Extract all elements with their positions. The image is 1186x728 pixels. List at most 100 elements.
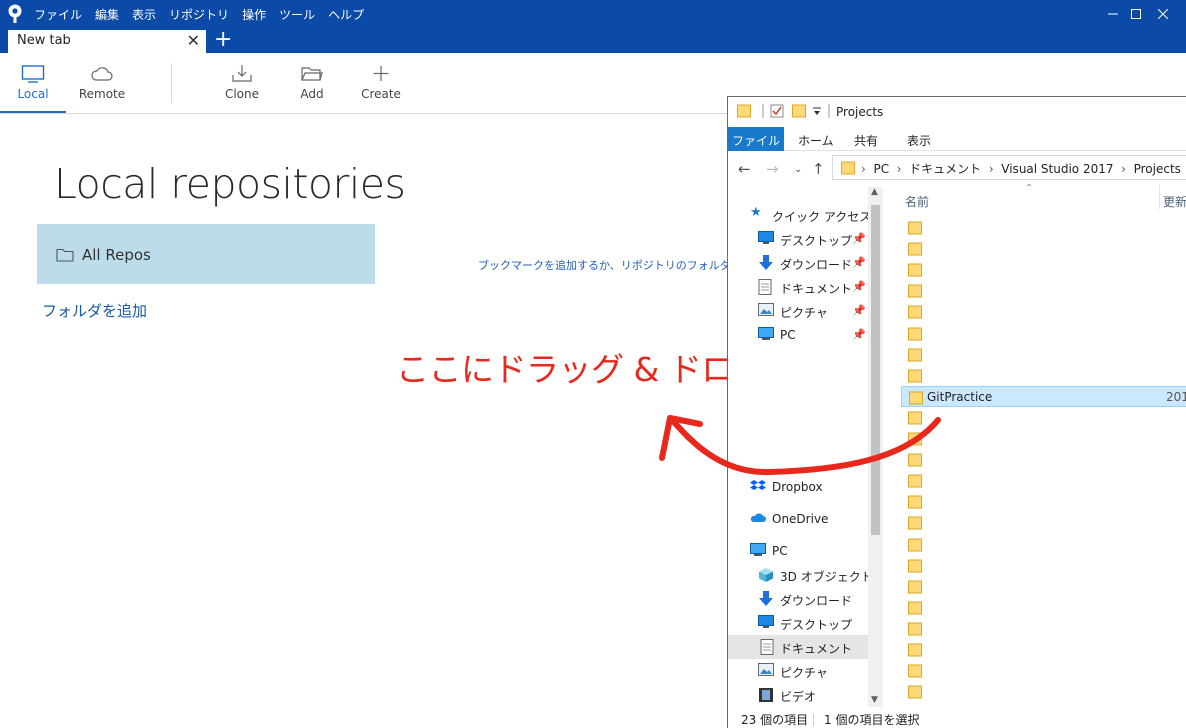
new-tab-button[interactable]: + (214, 28, 232, 52)
scroll-down-icon[interactable]: ▼ (871, 695, 878, 705)
folder-icon (908, 495, 922, 509)
ribbon-tab-share[interactable]: 共有 (854, 127, 878, 151)
nav-pc-documents[interactable]: ドキュメント (728, 635, 868, 659)
close-window-button[interactable] (1140, 0, 1186, 28)
file-row[interactable] (901, 365, 1186, 386)
file-row[interactable] (901, 512, 1186, 533)
scrollbar-thumb[interactable] (871, 205, 880, 535)
breadcrumb-vs2017[interactable]: Visual Studio 2017 (1001, 162, 1113, 176)
recent-chevron-icon[interactable]: ⌄ (794, 164, 802, 175)
menu-view[interactable]: 表示 (132, 6, 156, 23)
tab-label: New tab (17, 33, 71, 48)
folder-icon (908, 559, 922, 573)
column-divider[interactable] (1159, 185, 1160, 209)
nav-3d-objects[interactable]: 3D オブジェクト (758, 565, 873, 587)
properties-icon[interactable] (770, 104, 784, 118)
explorer-ribbon: ファイル ホーム 共有 表示 (728, 127, 1186, 151)
file-row[interactable] (901, 344, 1186, 365)
file-row[interactable] (901, 576, 1186, 597)
file-row[interactable] (901, 217, 1186, 238)
nav-desktop[interactable]: デスクトップ 📌 (758, 229, 868, 251)
nav-onedrive[interactable]: OneDrive (750, 509, 868, 531)
local-button[interactable]: Local (0, 53, 66, 113)
file-row[interactable] (901, 534, 1186, 555)
menu-edit[interactable]: 編集 (95, 6, 119, 23)
file-row[interactable] (901, 555, 1186, 576)
breadcrumb-documents[interactable]: ドキュメント (909, 162, 981, 176)
back-arrow-icon[interactable]: ← (738, 160, 751, 178)
file-row[interactable] (901, 301, 1186, 322)
breadcrumb-pc[interactable]: PC (873, 162, 889, 176)
file-row-gitpractice[interactable]: GitPractice 2017 (901, 385, 1186, 407)
nav-pane-scrollbar[interactable]: ▲ ▼ (868, 187, 883, 707)
star-icon: ★ (750, 205, 762, 220)
file-row[interactable] (901, 449, 1186, 470)
clone-button[interactable]: Clone (209, 53, 275, 113)
customize-dropdown-icon[interactable] (812, 104, 822, 118)
column-header-name[interactable]: 名前 (905, 193, 929, 210)
forward-arrow-icon[interactable]: → (766, 160, 779, 178)
nav-label: ドキュメント (780, 642, 853, 656)
ribbon-tab-view[interactable]: 表示 (907, 127, 931, 151)
selection-count: 1 個の項目を選択 (824, 713, 920, 727)
file-row[interactable] (901, 597, 1186, 618)
nav-pc-quick[interactable]: PC 📌 (758, 325, 868, 347)
file-row[interactable] (901, 238, 1186, 259)
file-row[interactable] (901, 660, 1186, 681)
nav-label: PC (772, 544, 788, 558)
file-explorer-window: Projects ファイル ホーム 共有 表示 ← → ⌄ ↑ › PC › ド… (727, 96, 1186, 728)
folder-open-icon (301, 67, 323, 81)
file-row[interactable] (901, 639, 1186, 660)
file-row[interactable] (901, 407, 1186, 428)
cloud-icon (91, 67, 113, 81)
remote-button[interactable]: Remote (69, 53, 135, 113)
file-row[interactable] (901, 470, 1186, 491)
repo-group-all-repos[interactable]: All Repos (37, 224, 375, 284)
menu-tools[interactable]: ツール (279, 6, 315, 23)
nav-quick-access[interactable]: ★ クイック アクセス (750, 205, 871, 227)
folder-icon (908, 664, 922, 678)
nav-dropbox[interactable]: Dropbox (750, 477, 868, 499)
nav-label: PC (780, 328, 796, 342)
file-row[interactable] (901, 428, 1186, 449)
nav-pc-downloads[interactable]: ダウンロード (758, 589, 868, 611)
new-folder-icon[interactable] (792, 104, 806, 118)
ribbon-tab-home[interactable]: ホーム (798, 127, 834, 151)
menu-help[interactable]: ヘルプ (328, 6, 364, 23)
menu-file[interactable]: ファイル (34, 6, 82, 23)
folder-icon (908, 538, 922, 551)
file-row[interactable] (901, 491, 1186, 512)
nav-pictures[interactable]: ピクチャ 📌 (758, 301, 868, 323)
file-row[interactable] (901, 681, 1186, 702)
nav-label: デスクトップ (780, 618, 853, 632)
document-icon (760, 639, 774, 655)
ribbon-tab-file[interactable]: ファイル (728, 127, 784, 151)
scroll-up-icon[interactable]: ▲ (871, 187, 878, 197)
file-row[interactable] (901, 259, 1186, 280)
remote-label: Remote (78, 87, 126, 101)
nav-pc-pictures[interactable]: ピクチャ (758, 661, 868, 683)
address-field[interactable]: › PC › ドキュメント › Visual Studio 2017 › Pro… (832, 155, 1186, 180)
nav-pc-desktop[interactable]: デスクトップ (758, 613, 868, 635)
status-divider (813, 714, 814, 726)
nav-downloads[interactable]: ダウンロード 📌 (758, 253, 868, 275)
up-arrow-icon[interactable]: ↑ (812, 160, 825, 178)
breadcrumb-projects[interactable]: Projects (1134, 162, 1181, 176)
nav-pc-videos[interactable]: ビデオ (758, 685, 868, 707)
file-row[interactable] (901, 618, 1186, 639)
file-row[interactable] (901, 323, 1186, 344)
column-header-date[interactable]: 更新 (1163, 193, 1186, 210)
menu-actions[interactable]: 操作 (242, 6, 266, 23)
nav-label: Dropbox (772, 480, 823, 494)
file-row[interactable] (901, 280, 1186, 301)
add-button[interactable]: Add (279, 53, 345, 113)
nav-documents[interactable]: ドキュメント 📌 (758, 277, 868, 299)
folder-icon (908, 453, 922, 467)
create-button[interactable]: Create (348, 53, 414, 113)
menu-repository[interactable]: リポジトリ (169, 6, 229, 23)
nav-pc[interactable]: PC (750, 541, 868, 563)
add-folder-link[interactable]: フォルダを追加 (42, 300, 147, 321)
tab-close-icon[interactable]: ✕ (187, 32, 200, 50)
folder-icon (908, 411, 922, 425)
tab-new[interactable]: New tab ✕ (8, 30, 206, 53)
